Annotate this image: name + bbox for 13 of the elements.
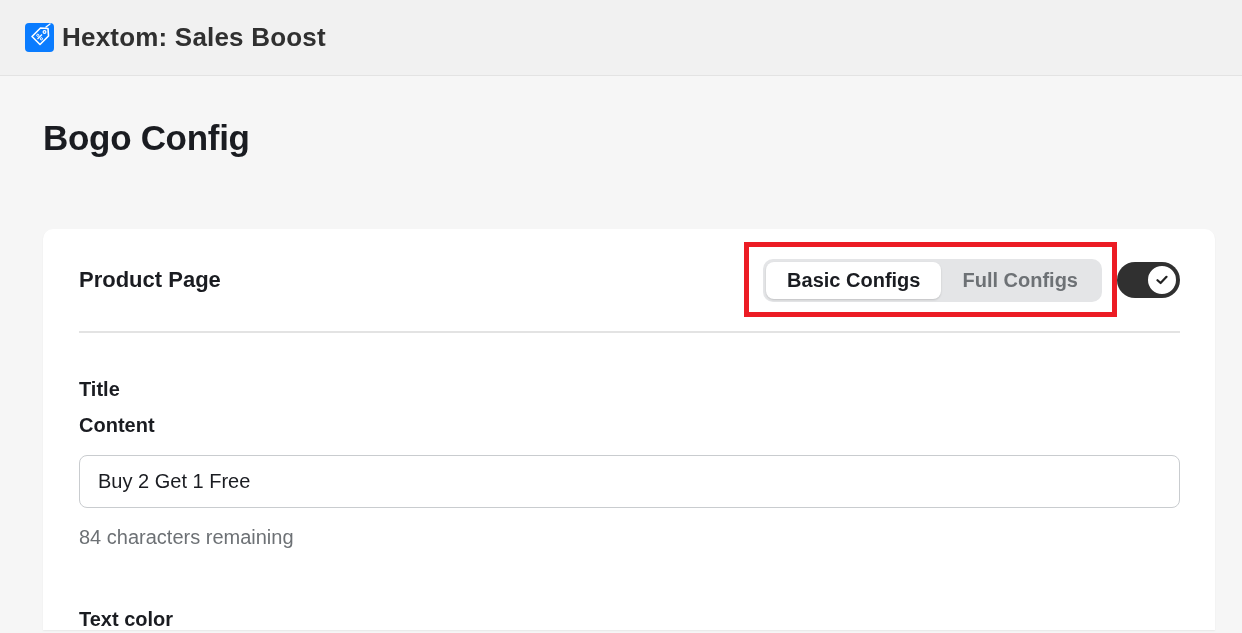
checkmark-icon	[1156, 274, 1168, 285]
page-title: Bogo Config	[43, 117, 251, 158]
helper-text: 84 characters remaining	[79, 525, 295, 549]
field-label: Content	[79, 413, 156, 437]
field-label: Title	[79, 377, 121, 401]
toggle-switch[interactable]	[1117, 261, 1180, 298]
field-label: Text color	[79, 609, 175, 630]
app-title: Hextom: Sales Boost	[62, 22, 326, 53]
config-tab[interactable]: Basic Configs	[766, 262, 942, 299]
text-input[interactable]: Buy 2 Get 1 Free	[79, 455, 1180, 508]
config-tab[interactable]: Full Configs	[941, 262, 1099, 299]
card-title: Product Page	[79, 266, 221, 293]
tag-icon	[25, 23, 54, 52]
